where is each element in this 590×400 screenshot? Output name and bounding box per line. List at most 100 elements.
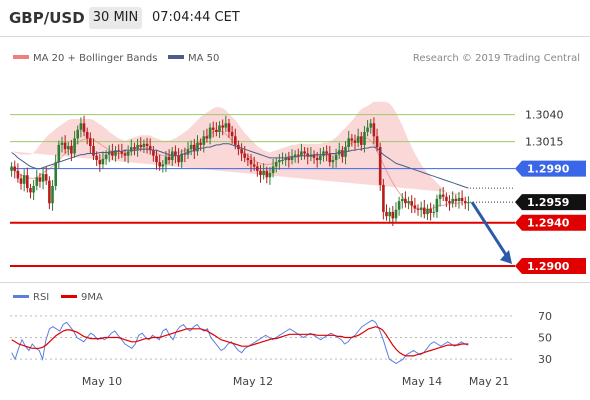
candle-body	[413, 205, 417, 209]
level-label-1.2940: 1.2940	[527, 217, 570, 230]
x-tick-label: May 21	[469, 375, 509, 388]
candle-body	[70, 146, 73, 154]
legend-9ma-label: 9MA	[81, 292, 103, 303]
candle-body	[224, 123, 228, 128]
candle-body	[57, 144, 61, 163]
candle-body	[221, 125, 224, 128]
candle-body	[252, 164, 256, 167]
candle-body	[281, 160, 284, 161]
candle-body	[256, 166, 259, 171]
legend-bollinger-swatch	[13, 55, 29, 59]
candle-body	[363, 131, 366, 145]
level-label-1.2900: 1.2900	[527, 260, 570, 273]
candle-body	[142, 143, 146, 147]
candle-body	[407, 201, 410, 204]
candle-body	[41, 174, 45, 182]
x-tick-label: May 10	[82, 375, 122, 388]
candle-body	[372, 123, 376, 137]
candle-body	[215, 129, 218, 132]
candle-body	[268, 173, 272, 178]
candle-body	[404, 198, 407, 204]
candle-body	[101, 158, 105, 165]
candle-body	[167, 156, 171, 160]
candle-body	[133, 147, 136, 150]
candle-body	[278, 160, 281, 163]
candle-body	[44, 174, 48, 181]
legend-9ma-swatch	[61, 295, 77, 298]
candle-body	[419, 207, 423, 210]
level-label-1.3015: 1.3015	[525, 136, 564, 149]
candle-body	[152, 150, 155, 156]
candle-body	[35, 177, 39, 186]
candle-body	[38, 177, 42, 182]
candle-body	[79, 123, 83, 130]
candle-body	[441, 194, 445, 197]
forecast-arrow-head	[500, 249, 512, 264]
candle-body	[445, 196, 448, 202]
candle-body	[211, 127, 215, 130]
candle-body	[385, 211, 388, 217]
candle-body	[388, 211, 391, 217]
candle-body	[73, 138, 76, 154]
candle-body	[448, 201, 451, 204]
candle-body	[319, 155, 322, 160]
candle-body	[303, 151, 306, 154]
legend-ma50-swatch	[168, 55, 184, 59]
candle-body	[360, 136, 363, 145]
candle-body	[230, 131, 234, 137]
level-label-1.3040: 1.3040	[525, 109, 564, 122]
forecast-arrow-line	[470, 201, 510, 259]
candle-body	[218, 125, 221, 132]
candle-body	[161, 164, 165, 167]
candle-body	[325, 151, 328, 154]
candle-body	[297, 154, 300, 156]
candle-body	[60, 142, 64, 145]
copyright-text: Research © 2019 Trading Central	[413, 53, 580, 64]
price-chart: MA 20 + Bollinger Bands MA 50 Research ©…	[0, 36, 590, 388]
candle-body	[451, 198, 454, 204]
candle-body	[95, 155, 98, 160]
candle-body	[394, 209, 398, 219]
candle-body	[89, 138, 92, 146]
candle-body	[189, 144, 193, 150]
candle-body	[366, 127, 369, 132]
candle-body	[139, 144, 143, 148]
candle-body	[234, 136, 237, 145]
candle-body	[243, 153, 246, 158]
candle-body	[208, 127, 212, 139]
candle-body	[16, 170, 20, 179]
candle-body	[164, 156, 168, 165]
rsi-tick-label: 50	[538, 332, 552, 345]
candle-body	[177, 155, 180, 163]
candle-body	[202, 136, 206, 145]
candle-body	[76, 129, 79, 139]
candle-body	[13, 166, 16, 171]
candle-body	[438, 194, 442, 199]
candle-body	[54, 162, 57, 186]
candle-body	[334, 154, 338, 160]
candle-body	[341, 150, 344, 157]
candle-body	[397, 201, 401, 210]
legend-rsi-label: RSI	[33, 292, 49, 303]
candle-body	[429, 208, 432, 213]
candle-body	[123, 153, 127, 156]
candle-body	[350, 138, 354, 141]
candle-body	[457, 197, 461, 202]
bollinger-band-fill	[11, 101, 463, 195]
candle-body	[300, 151, 303, 156]
candle-body	[205, 136, 209, 139]
candle-body	[227, 123, 231, 132]
candle-body	[375, 136, 379, 148]
candle-body	[246, 157, 250, 161]
candle-body	[158, 162, 161, 167]
candle-body	[467, 202, 470, 204]
candle-body	[356, 136, 360, 143]
rsi-legend: RSI 9MA	[13, 292, 103, 303]
candle-body	[136, 144, 139, 150]
x-axis: May 10 May 12 May 14 May 21	[82, 375, 509, 388]
candle-body	[262, 170, 265, 176]
candle-body	[67, 146, 70, 150]
candle-body	[265, 170, 269, 178]
level-label-1.2990: 1.2990	[527, 163, 570, 176]
candle-body	[274, 162, 278, 167]
